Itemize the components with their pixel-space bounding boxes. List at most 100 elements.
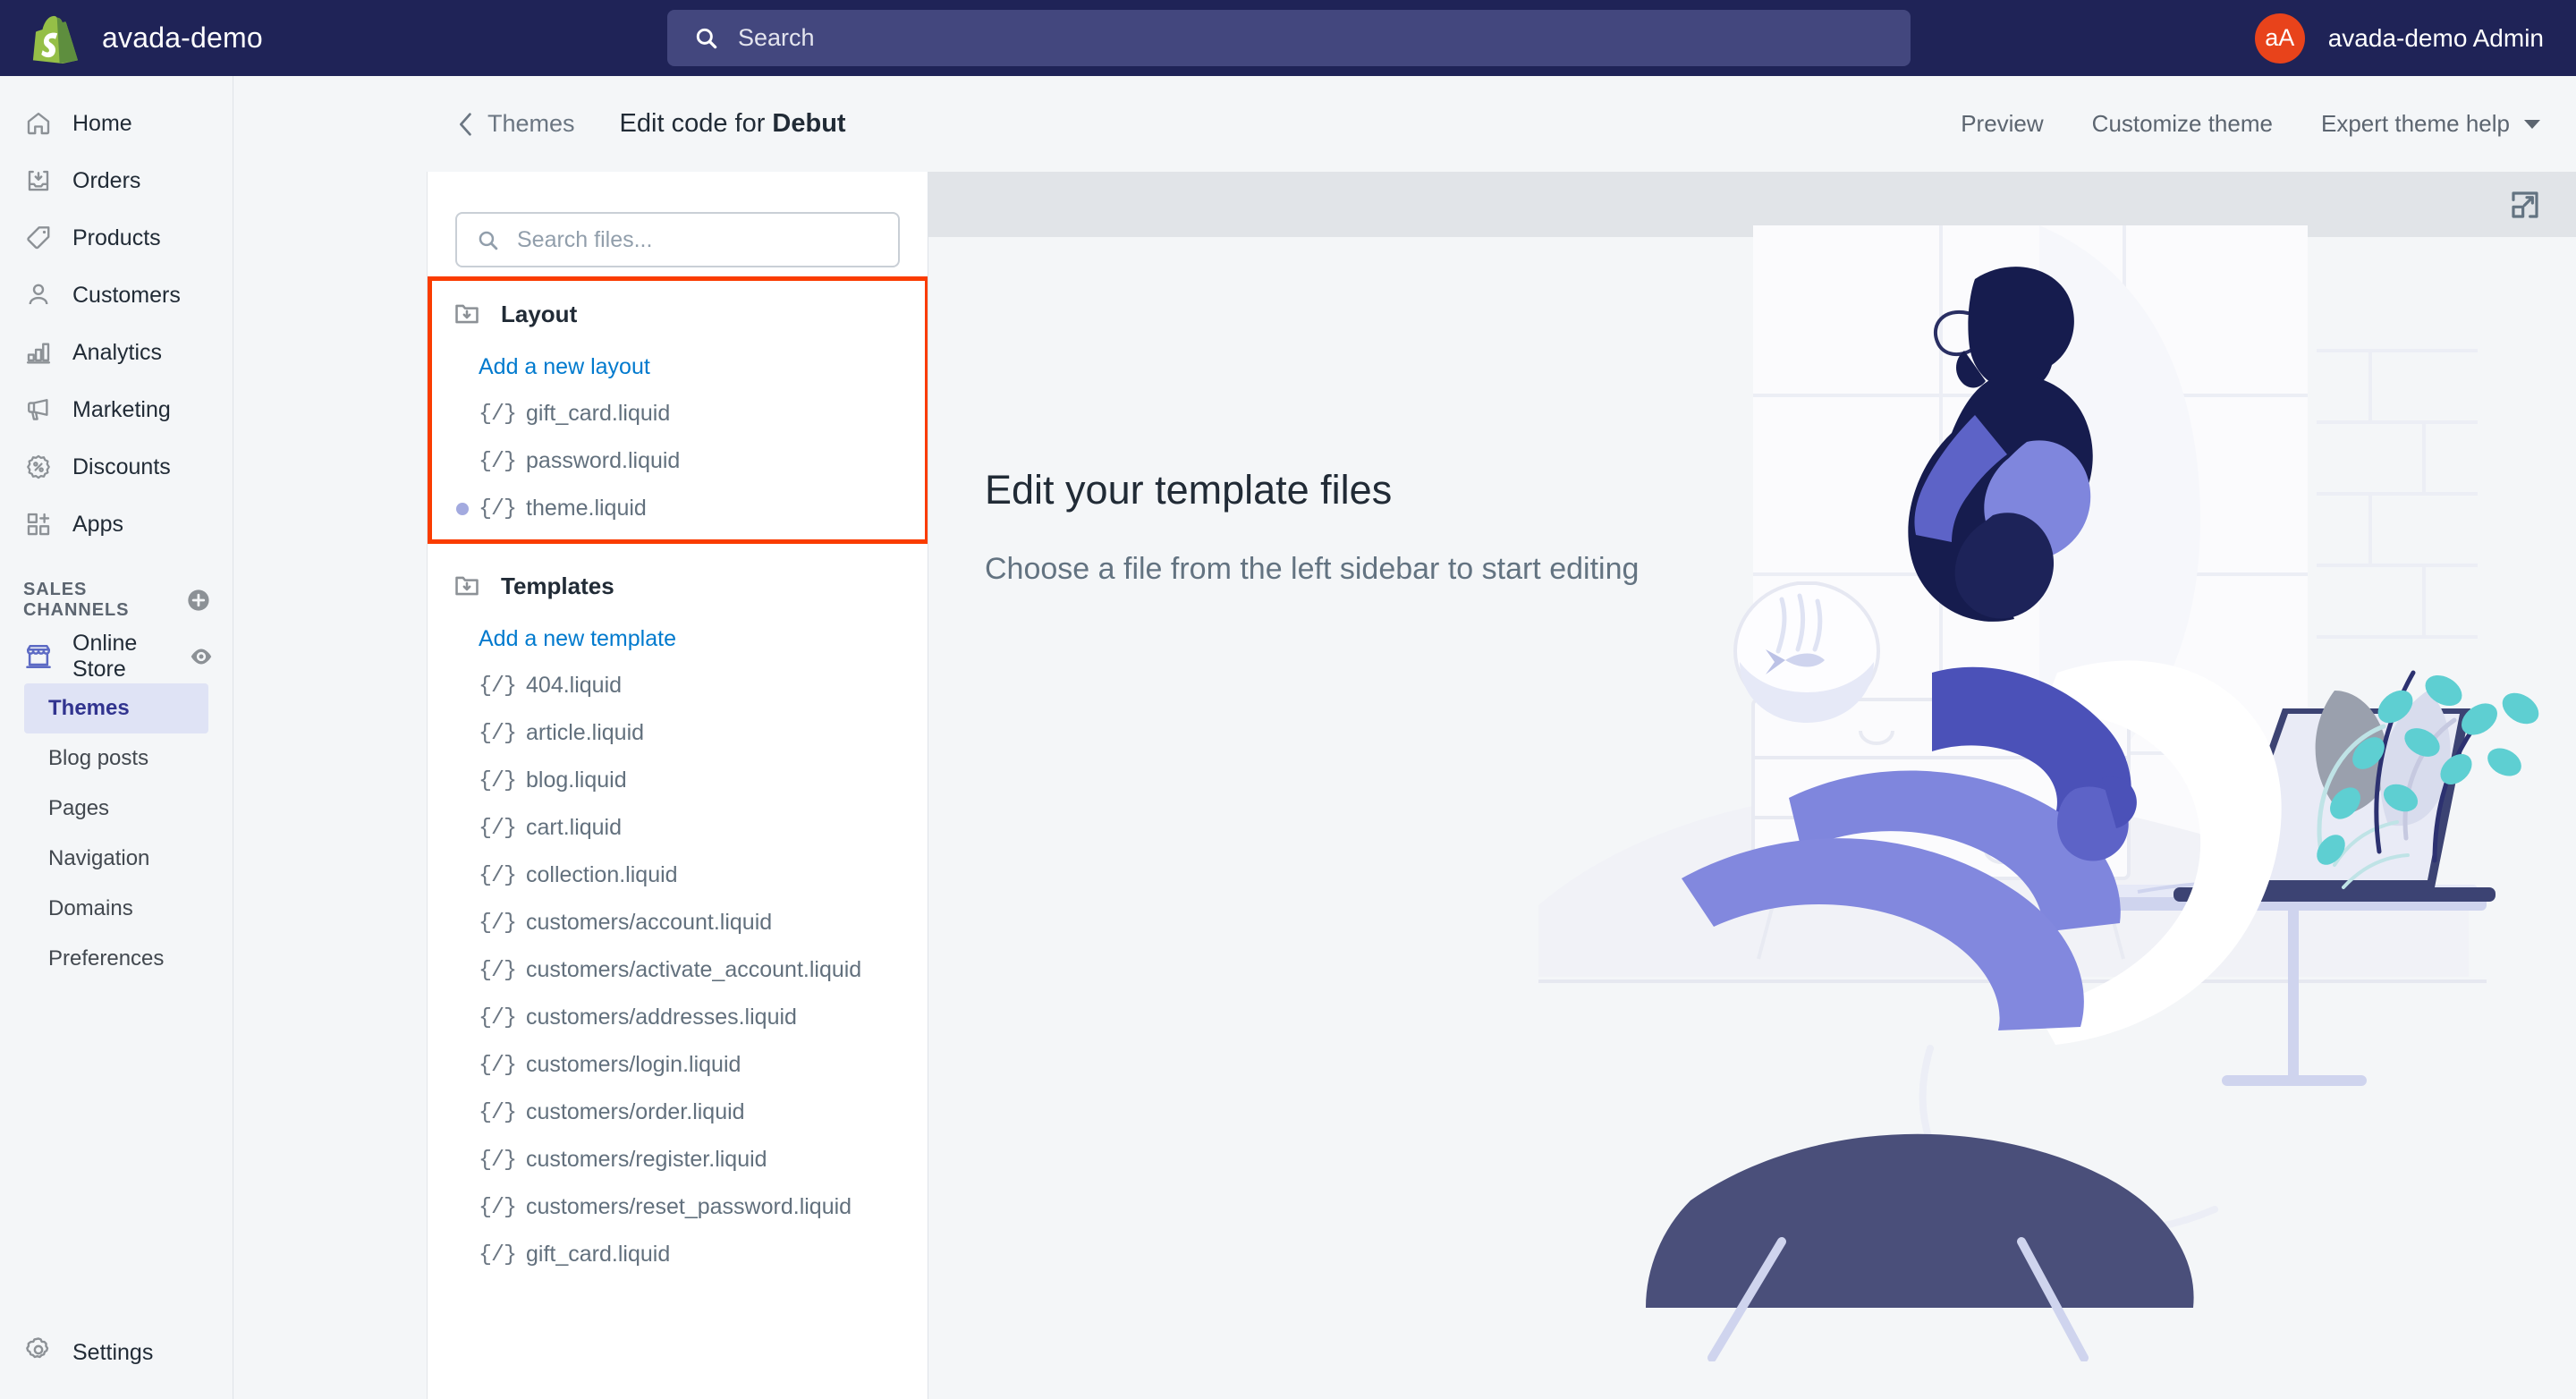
empty-state-subtitle: Choose a file from the left sidebar to s… <box>985 552 1640 586</box>
sidebar-item-pages[interactable]: Pages <box>24 784 208 834</box>
sidebar-item-label: Home <box>72 110 132 136</box>
empty-state: Edit your template files Choose a file f… <box>985 467 1665 590</box>
sidebar-item-label: Settings <box>72 1339 154 1365</box>
sidebar-item-apps[interactable]: Apps <box>0 496 233 553</box>
discounts-percent-icon <box>24 453 53 481</box>
file-row[interactable]: {/} customers/activate_account.liquid <box>428 946 928 994</box>
file-row[interactable]: {/} password.liquid <box>428 437 928 485</box>
file-name: customers/register.liquid <box>526 1147 767 1172</box>
editor-content-area: Edit your template files Choose a file f… <box>928 172 2576 1399</box>
file-row[interactable]: {/} article.liquid <box>428 709 928 757</box>
marketing-megaphone-icon <box>24 395 53 424</box>
file-name: customers/order.liquid <box>526 1099 745 1124</box>
file-row[interactable]: {/} customers/register.liquid <box>428 1136 928 1183</box>
file-row[interactable]: {/} customers/account.liquid <box>428 899 928 946</box>
sidebar-subitem-label: Pages <box>48 796 110 820</box>
customize-theme-button[interactable]: Customize theme <box>2092 110 2273 138</box>
expert-theme-help-label: Expert theme help <box>2320 110 2510 137</box>
eye-icon[interactable] <box>188 643 215 670</box>
sidebar-item-themes[interactable]: Themes <box>24 683 208 733</box>
sidebar-item-blog-posts[interactable]: Blog posts <box>24 733 208 784</box>
sidebar-item-orders[interactable]: Orders <box>0 152 233 209</box>
file-name: customers/account.liquid <box>526 910 773 935</box>
analytics-bar-chart-icon <box>24 338 53 367</box>
file-name: cart.liquid <box>526 815 623 840</box>
file-row[interactable]: {/} customers/reset_password.liquid <box>428 1183 928 1231</box>
sidebar-item-domains[interactable]: Domains <box>24 884 208 934</box>
search-placeholder: Search <box>738 24 815 51</box>
code-braces-icon: {/} <box>479 815 517 841</box>
online-store-subnav: Themes Blog posts Pages Navigation Domai… <box>0 683 233 984</box>
file-row[interactable]: {/} customers/order.liquid <box>428 1089 928 1136</box>
file-group-name: Templates <box>501 572 614 599</box>
sidebar-item-label: Customers <box>72 282 181 308</box>
sidebar-item-label: Apps <box>72 511 123 537</box>
person-working-at-desk-illustration <box>1538 225 2539 1361</box>
preview-button[interactable]: Preview <box>1961 110 2043 138</box>
code-braces-icon: {/} <box>479 496 517 521</box>
sidebar-subitem-label: Preferences <box>48 946 165 971</box>
code-braces-icon: {/} <box>479 673 517 699</box>
file-row[interactable]: {/} 404.liquid <box>428 662 928 709</box>
code-braces-icon: {/} <box>479 910 517 936</box>
add-new-layout-link[interactable]: Add a new layout <box>428 344 928 390</box>
code-braces-icon: {/} <box>479 1099 517 1125</box>
chevron-left-icon <box>460 112 471 136</box>
user-menu[interactable]: aA avada-demo Admin <box>2254 0 2544 76</box>
sidebar-item-preferences[interactable]: Preferences <box>24 934 208 984</box>
sidebar-subitem-label: Blog posts <box>48 746 149 770</box>
apps-grid-plus-icon <box>24 510 53 538</box>
code-braces-icon: {/} <box>479 1052 517 1078</box>
sidebar-item-label: Analytics <box>72 339 163 365</box>
plus-circle-icon[interactable] <box>186 587 211 614</box>
sidebar-item-label: Marketing <box>72 396 171 422</box>
code-braces-icon: {/} <box>479 767 517 793</box>
page-title-prefix: Edit code for <box>619 109 773 138</box>
sidebar-item-analytics[interactable]: Analytics <box>0 324 233 381</box>
user-name: avada-demo Admin <box>2327 23 2544 52</box>
file-row[interactable]: {/} customers/addresses.liquid <box>428 994 928 1041</box>
brand-area[interactable]: avada-demo <box>0 13 429 64</box>
sidebar-item-discounts[interactable]: Discounts <box>0 438 233 496</box>
avatar: aA <box>2254 13 2305 64</box>
file-name: customers/login.liquid <box>526 1052 741 1077</box>
sidebar-item-customers[interactable]: Customers <box>0 267 233 324</box>
file-row[interactable]: {/} collection.liquid <box>428 852 928 899</box>
sidebar-item-navigation[interactable]: Navigation <box>24 834 208 884</box>
file-row[interactable]: {/} cart.liquid <box>428 804 928 852</box>
file-row[interactable]: {/} customers/login.liquid <box>428 1041 928 1089</box>
breadcrumb[interactable]: Themes <box>457 110 575 138</box>
folder-download-icon <box>455 304 479 324</box>
sidebar-item-settings[interactable]: Settings <box>0 1324 233 1381</box>
code-braces-icon: {/} <box>479 1147 517 1173</box>
sidebar-item-online-store[interactable]: Online Store <box>0 630 233 683</box>
file-name: collection.liquid <box>526 862 678 887</box>
sidebar-item-home[interactable]: Home <box>0 95 233 152</box>
expert-theme-help-dropdown[interactable]: Expert theme help <box>2321 110 2540 138</box>
sidebar-item-products[interactable]: Products <box>0 209 233 267</box>
file-row[interactable]: {/} gift_card.liquid <box>428 390 928 437</box>
file-group-header: Layout <box>428 276 928 344</box>
file-row[interactable]: {/} blog.liquid <box>428 757 928 804</box>
home-icon <box>24 109 53 138</box>
orders-inbox-icon <box>24 166 53 195</box>
search-input[interactable]: Search <box>667 10 1911 66</box>
file-row[interactable]: {/} theme.liquid <box>428 485 928 532</box>
empty-state-title: Edit your template files <box>985 467 1393 513</box>
code-braces-icon: {/} <box>479 1194 517 1220</box>
sidebar-item-marketing[interactable]: Marketing <box>0 381 233 438</box>
code-braces-icon: {/} <box>479 448 517 474</box>
global-search-wrap: Search <box>667 10 1911 66</box>
code-braces-icon: {/} <box>479 401 517 427</box>
file-row[interactable]: {/} gift_card.liquid <box>428 1231 928 1278</box>
file-name: customers/addresses.liquid <box>526 1005 797 1030</box>
add-new-template-link[interactable]: Add a new template <box>428 616 928 662</box>
file-search-input[interactable]: Search files... <box>455 212 900 267</box>
shopify-bag-icon <box>32 15 79 64</box>
sidebar-item-label: Discounts <box>72 454 171 479</box>
store-name: avada-demo <box>102 21 263 54</box>
sidebar-item-label: Products <box>72 225 161 250</box>
file-name: 404.liquid <box>526 673 623 698</box>
code-braces-icon: {/} <box>479 862 517 888</box>
file-panel: Search files... Layout Add a new layout … <box>427 172 928 1399</box>
